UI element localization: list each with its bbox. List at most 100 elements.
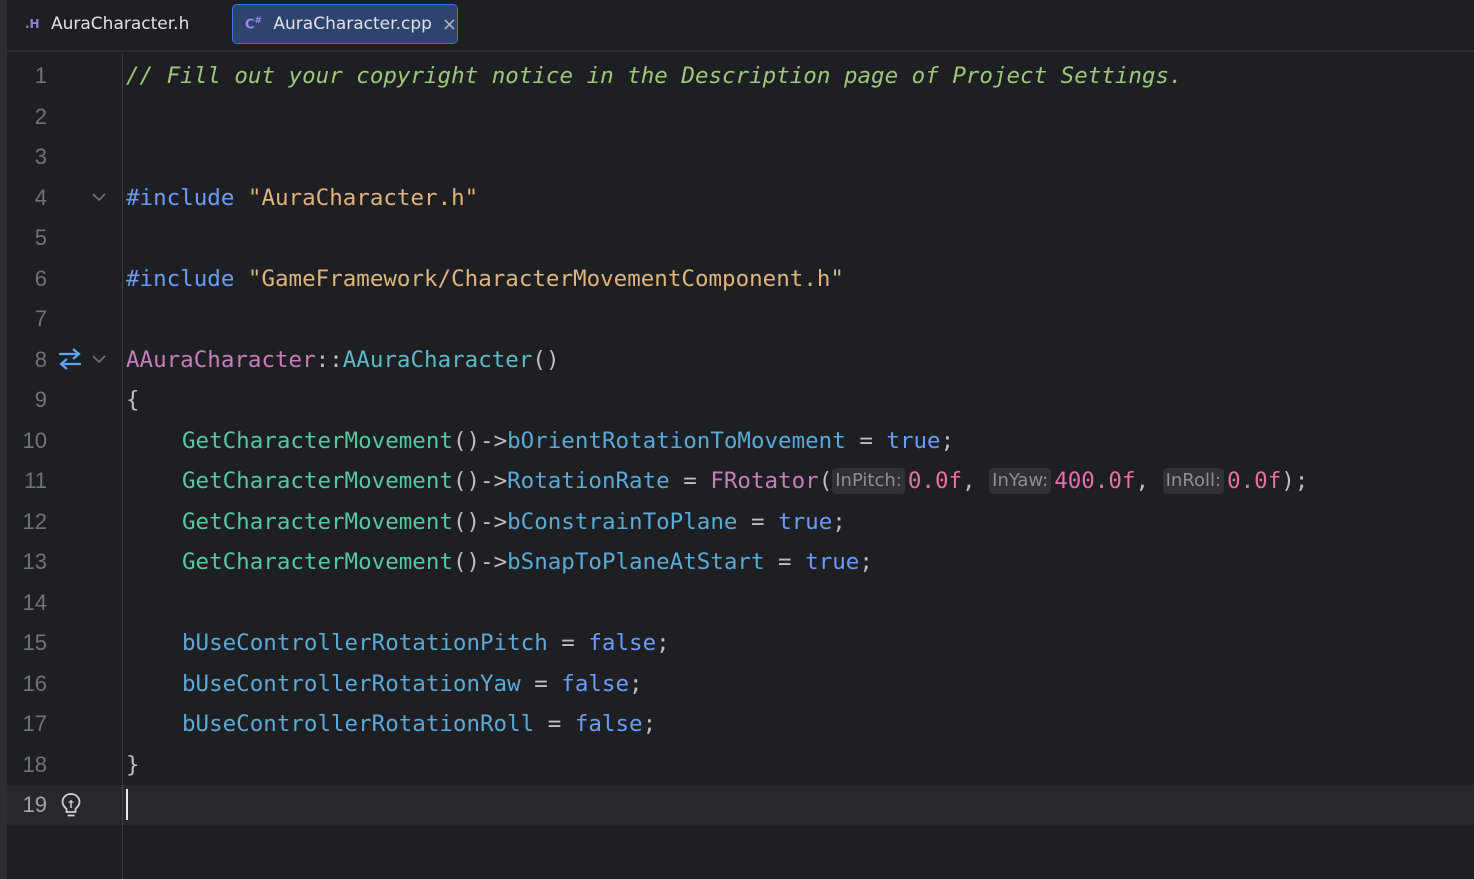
assign-operator: =: [737, 509, 779, 535]
semicolon: ;: [656, 630, 670, 656]
arrow-operator: ()->: [452, 509, 508, 535]
line-number: 13: [22, 549, 47, 574]
line-number: 17: [22, 711, 47, 736]
open-paren: (: [818, 468, 833, 494]
code-line-8: AAuraCharacter::AAuraCharacter(): [126, 340, 560, 380]
line-number-current: 19: [22, 792, 47, 817]
assign-operator: =: [520, 671, 562, 697]
comma: ,: [1135, 468, 1163, 494]
field-name: RotationRate: [507, 468, 670, 494]
semicolon: ;: [832, 509, 846, 535]
lightbulb-icon[interactable]: [59, 791, 83, 819]
assign-operator: =: [845, 428, 887, 454]
code-line-16: bUseControllerRotationYaw = false;: [182, 664, 643, 704]
semicolon: ;: [629, 671, 643, 697]
line-number: 11: [24, 468, 47, 493]
line-number: 1: [34, 63, 47, 88]
function-call: GetCharacterMovement: [182, 509, 453, 535]
line-number: 7: [34, 306, 47, 331]
parameter-hint-pitch[interactable]: InPitch:: [832, 468, 905, 494]
code-line-15: bUseControllerRotationPitch = false;: [182, 623, 670, 663]
line-number: 16: [22, 671, 47, 696]
number-literal: 0.0f: [1227, 468, 1282, 494]
keyword-false: false: [588, 630, 657, 656]
arrow-operator: ()->: [452, 549, 508, 575]
semicolon: ;: [859, 549, 873, 575]
close-icon[interactable]: ×: [442, 14, 457, 35]
comment: // Fill out your copyright notice in the…: [126, 63, 1183, 89]
include-path: "GameFramework/CharacterMovementComponen…: [247, 266, 844, 292]
field-name: bSnapToPlaneAtStart: [507, 549, 765, 575]
field-name: bUseControllerRotationPitch: [182, 630, 548, 656]
field-name: bConstrainToPlane: [507, 509, 738, 535]
assign-operator: =: [669, 468, 711, 494]
parameter-hint-yaw[interactable]: InYaw:: [989, 468, 1052, 494]
line-number: 4: [34, 185, 47, 210]
tab-label: AuraCharacter.h: [51, 14, 190, 34]
line-number: 8: [34, 347, 47, 372]
line-number: 14: [22, 590, 47, 615]
chevron-down-icon[interactable]: [91, 191, 107, 203]
swap-arrows-icon[interactable]: [56, 347, 84, 371]
semicolon: ;: [1294, 468, 1309, 494]
code-line-9: {: [126, 380, 140, 420]
function-call: GetCharacterMovement: [182, 428, 453, 454]
open-brace: {: [126, 387, 140, 413]
code-line-10: GetCharacterMovement()->bOrientRotationT…: [182, 421, 954, 461]
class-name: AAuraCharacter: [126, 347, 316, 373]
code-line-4: #include "AuraCharacter.h": [126, 178, 478, 218]
close-paren: ): [1281, 468, 1295, 494]
assign-operator: =: [534, 711, 575, 737]
keyword-true: true: [805, 549, 860, 575]
cpp-file-icon: C#: [245, 15, 263, 33]
tab-aura-character-cpp[interactable]: C# AuraCharacter.cpp ×: [232, 4, 458, 44]
field-name: bUseControllerRotationRoll: [182, 711, 535, 737]
code-line-12: GetCharacterMovement()->bConstrainToPlan…: [182, 502, 846, 542]
text-caret: [126, 789, 128, 820]
assign-operator: =: [764, 549, 806, 575]
code-line-6: #include "GameFramework/CharacterMovemen…: [126, 259, 844, 299]
preprocessor-directive: #include: [126, 266, 235, 292]
code-line-13: GetCharacterMovement()->bSnapToPlaneAtSt…: [182, 542, 873, 582]
code-line-17: bUseControllerRotationRoll = false;: [182, 704, 656, 744]
line-number: 12: [22, 509, 47, 534]
code-line-1: // Fill out your copyright notice in the…: [126, 56, 1183, 96]
current-line-highlight: [7, 785, 1474, 825]
arrow-operator: ()->: [452, 468, 508, 494]
code-line-18: }: [126, 745, 140, 785]
keyword-false: false: [574, 711, 643, 737]
line-number: 2: [34, 104, 47, 129]
tab-aura-character-h[interactable]: .H AuraCharacter.h: [25, 4, 225, 44]
type-name: FRotator: [710, 468, 819, 494]
function-call: GetCharacterMovement: [182, 468, 453, 494]
number-literal: 0.0f: [907, 468, 963, 494]
tab-label: AuraCharacter.cpp: [273, 14, 432, 34]
keyword-true: true: [778, 509, 833, 535]
line-number: 3: [34, 144, 47, 169]
function-call: GetCharacterMovement: [182, 549, 453, 575]
gutter-divider: [122, 54, 123, 879]
window-edge: [0, 0, 7, 879]
arrow-operator: ()->: [452, 428, 508, 454]
line-number: 6: [34, 266, 47, 291]
header-file-icon: .H: [25, 17, 40, 31]
include-path: "AuraCharacter.h": [247, 185, 479, 211]
assign-operator: =: [547, 630, 589, 656]
field-name: bOrientRotationToMovement: [507, 428, 846, 454]
scope-operator: ::: [315, 347, 343, 373]
semicolon: ;: [940, 428, 955, 454]
number-literal: 400.0f: [1054, 468, 1136, 494]
line-number: 9: [34, 387, 47, 412]
line-number: 10: [22, 428, 47, 453]
field-name: bUseControllerRotationYaw: [182, 671, 521, 697]
parameter-hint-roll[interactable]: InRoll:: [1162, 468, 1225, 494]
keyword-false: false: [561, 671, 630, 697]
comma: ,: [962, 468, 990, 494]
chevron-down-icon[interactable]: [91, 353, 107, 365]
line-number: 15: [22, 630, 47, 655]
keyword-true: true: [886, 428, 941, 454]
parens: (): [532, 347, 560, 373]
semicolon: ;: [642, 711, 657, 737]
preprocessor-directive: #include: [126, 185, 235, 211]
line-number: 5: [34, 225, 47, 250]
